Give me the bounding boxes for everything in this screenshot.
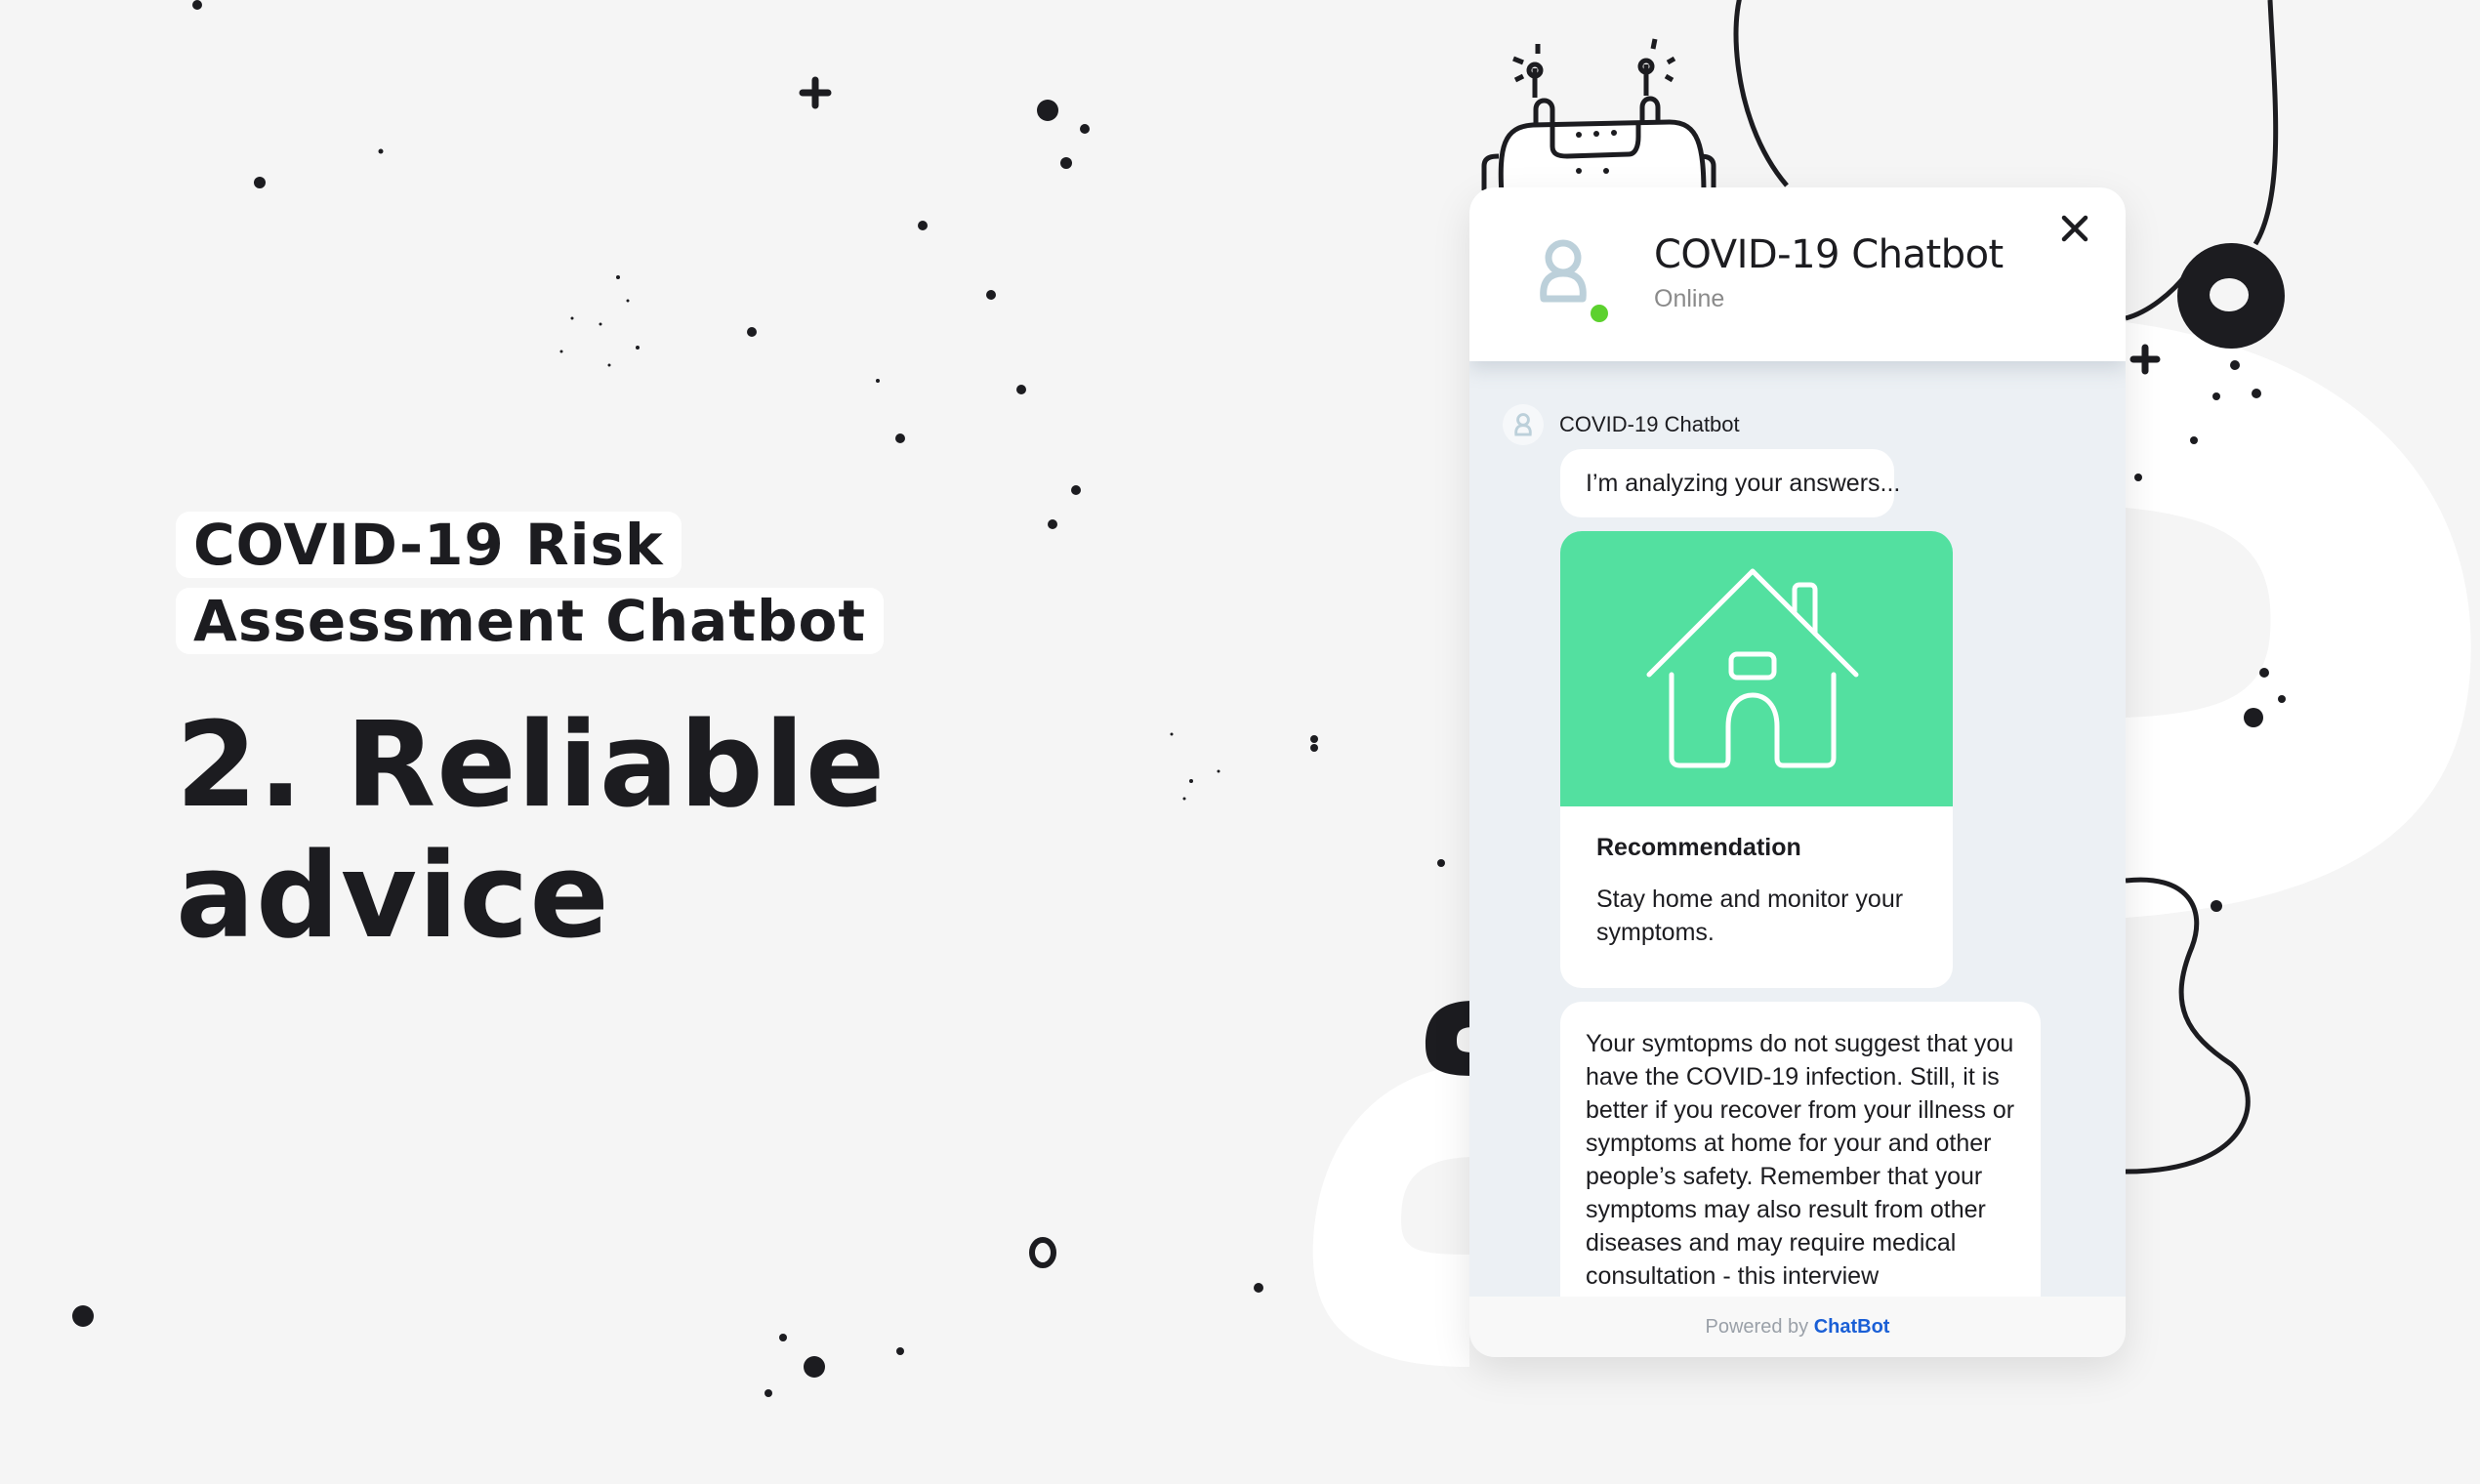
headline-line-2: advice [176,829,610,965]
card-image [1560,531,1953,806]
chat-status: Online [1654,285,1725,312]
robot-illustration [1481,38,1716,196]
chat-messages[interactable]: COVID-19 Chatbot I’m analyzing your answ… [1469,361,2126,1297]
title-line-1: COVID-19 Risk [176,512,682,578]
black-c-shape [1426,1001,1474,1076]
sender-name: COVID-19 Chatbot [1559,412,1740,436]
small-ring [1029,1237,1056,1268]
recommendation-card: Recommendation Stay home and monitor you… [1560,531,1953,988]
house-icon [1646,568,1859,768]
user-icon [1514,413,1532,436]
powered-by-footer: Powered by ChatBot [1469,1297,2126,1357]
chat-header: COVID-19 Chatbot Online [1469,187,2126,361]
chat-title: COVID-19 Chatbot [1654,232,2004,277]
message-sender-row: COVID-19 Chatbot [1503,404,1740,445]
message-bubble: Your symtopms do not suggest that you ha… [1560,1002,2041,1297]
squiggle-line [2125,877,2251,1175]
online-status-dot [1591,305,1608,322]
chatbot-brand-link[interactable]: ChatBot [1814,1316,1890,1338]
powered-by-label: Powered by [1705,1316,1809,1338]
message-bubble: I’m analyzing your answers... [1560,449,1900,517]
user-icon [1540,239,1587,303]
headline: 2. Reliable advice [176,701,886,963]
headline-line-1: 2. Reliable [176,698,887,834]
plus-decoration [799,76,832,109]
card-title: Recommendation [1596,834,1801,861]
title-line-2: Assessment Chatbot [176,588,885,654]
bot-avatar [1503,404,1544,445]
card-text: Stay home and monitor your symptoms. [1596,886,1904,946]
close-icon[interactable] [2055,209,2094,248]
chat-widget: COVID-19 Chatbot Online COVID-19 Chatbot… [1469,187,2126,1357]
